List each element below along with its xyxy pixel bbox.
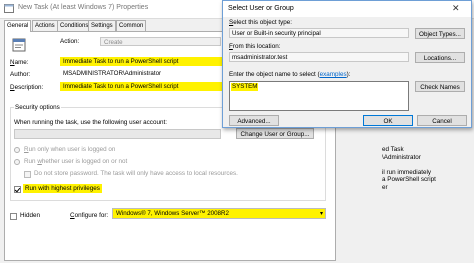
run-highest-privileges-label: Run with highest privileges — [23, 184, 102, 193]
cancel-button[interactable]: Cancel — [417, 115, 467, 126]
object-type-field: User or Built-in security principal — [229, 28, 409, 38]
object-type-label: Select this object type: — [229, 19, 293, 26]
tab-common[interactable]: Common — [116, 20, 147, 31]
user-account-prompt: When running the task, use the following… — [14, 119, 167, 126]
run-logged-on-radio[interactable] — [14, 147, 20, 153]
select-user-or-group-dialog: Select User or Group ✕ Select this objec… — [222, 0, 472, 128]
task-window-icon — [4, 4, 14, 13]
enter-names-suffix: ): — [346, 71, 351, 78]
bg-text-line: er — [382, 183, 388, 191]
author-value: MSADMINISTRATOR\Administrator — [63, 70, 162, 77]
examples-link[interactable]: examples — [320, 71, 347, 78]
configure-for-value: Windows® 7, Windows Server™ 2008R2 — [116, 210, 229, 217]
configure-for-label: Configure for: — [70, 212, 109, 219]
advanced-button[interactable]: Advanced... — [229, 115, 279, 126]
select-dialog-titlebar: Select User or Group ✕ — [223, 1, 471, 17]
tab-conditions[interactable]: Conditions — [57, 20, 92, 31]
enter-names-text: Enter the object name to select ( — [229, 71, 320, 78]
location-field: msadministrator.test — [229, 52, 409, 62]
object-types-button[interactable]: Object Types... — [415, 28, 465, 39]
security-options-label: Security options — [14, 104, 61, 111]
check-names-button[interactable]: Check Names — [415, 81, 465, 92]
run-highest-privileges-checkbox[interactable] — [14, 186, 21, 193]
run-whether-radio[interactable] — [14, 159, 20, 165]
hidden-checkbox[interactable] — [10, 213, 17, 220]
author-label: Author: — [10, 71, 31, 78]
name-field[interactable]: Immediate Task to run a PowerShell scrip… — [60, 57, 222, 66]
run-logged-on-label: Run only when user is logged on — [24, 146, 116, 153]
locations-button[interactable]: Locations... — [415, 52, 465, 63]
action-select[interactable]: Create — [100, 37, 221, 46]
description-label: Description: — [10, 84, 44, 91]
change-user-or-group-button[interactable]: Change User or Group... — [236, 128, 314, 139]
tab-settings[interactable]: Settings — [88, 20, 116, 31]
ok-button[interactable]: OK — [363, 115, 413, 126]
bg-text-line: ed Task — [382, 146, 404, 153]
user-account-field — [14, 129, 221, 139]
tab-general[interactable]: General — [4, 20, 32, 32]
enter-names-label: Enter the object name to select (example… — [229, 71, 350, 78]
do-not-store-password-label: Do not store password. The task will onl… — [34, 170, 238, 177]
bg-text-line: il run immediately — [382, 168, 431, 176]
select-dialog-title: Select User or Group — [228, 5, 294, 12]
chevron-down-icon: ▾ — [319, 211, 323, 217]
location-label: From this location: — [229, 43, 281, 50]
do-not-store-password-checkbox[interactable] — [24, 171, 31, 178]
tab-actions[interactable]: Actions — [32, 20, 58, 31]
configure-for-select[interactable]: Windows® 7, Windows Server™ 2008R2 ▾ — [112, 208, 326, 219]
action-label: Action: — [60, 38, 80, 45]
object-names-value: SYSTEM — [231, 83, 259, 91]
close-icon[interactable]: ✕ — [452, 3, 460, 14]
object-names-input[interactable]: SYSTEM — [229, 81, 409, 111]
bg-text-line — [382, 161, 436, 169]
background-dialog-text: ed Task \Administrator il run immediatel… — [382, 146, 436, 192]
name-label: Name: — [10, 59, 29, 66]
hidden-label: Hidden — [20, 212, 40, 219]
task-icon — [12, 38, 26, 52]
bg-text-line: a PowerShell script — [382, 176, 436, 184]
run-whether-label: Run whether user is logged on or not — [24, 158, 128, 165]
description-field[interactable]: Immediate Task to run a PowerShell scrip… — [60, 82, 222, 91]
bg-text-line: \Administrator — [382, 153, 421, 161]
properties-title: New Task (At least Windows 7) Properties — [18, 4, 149, 11]
